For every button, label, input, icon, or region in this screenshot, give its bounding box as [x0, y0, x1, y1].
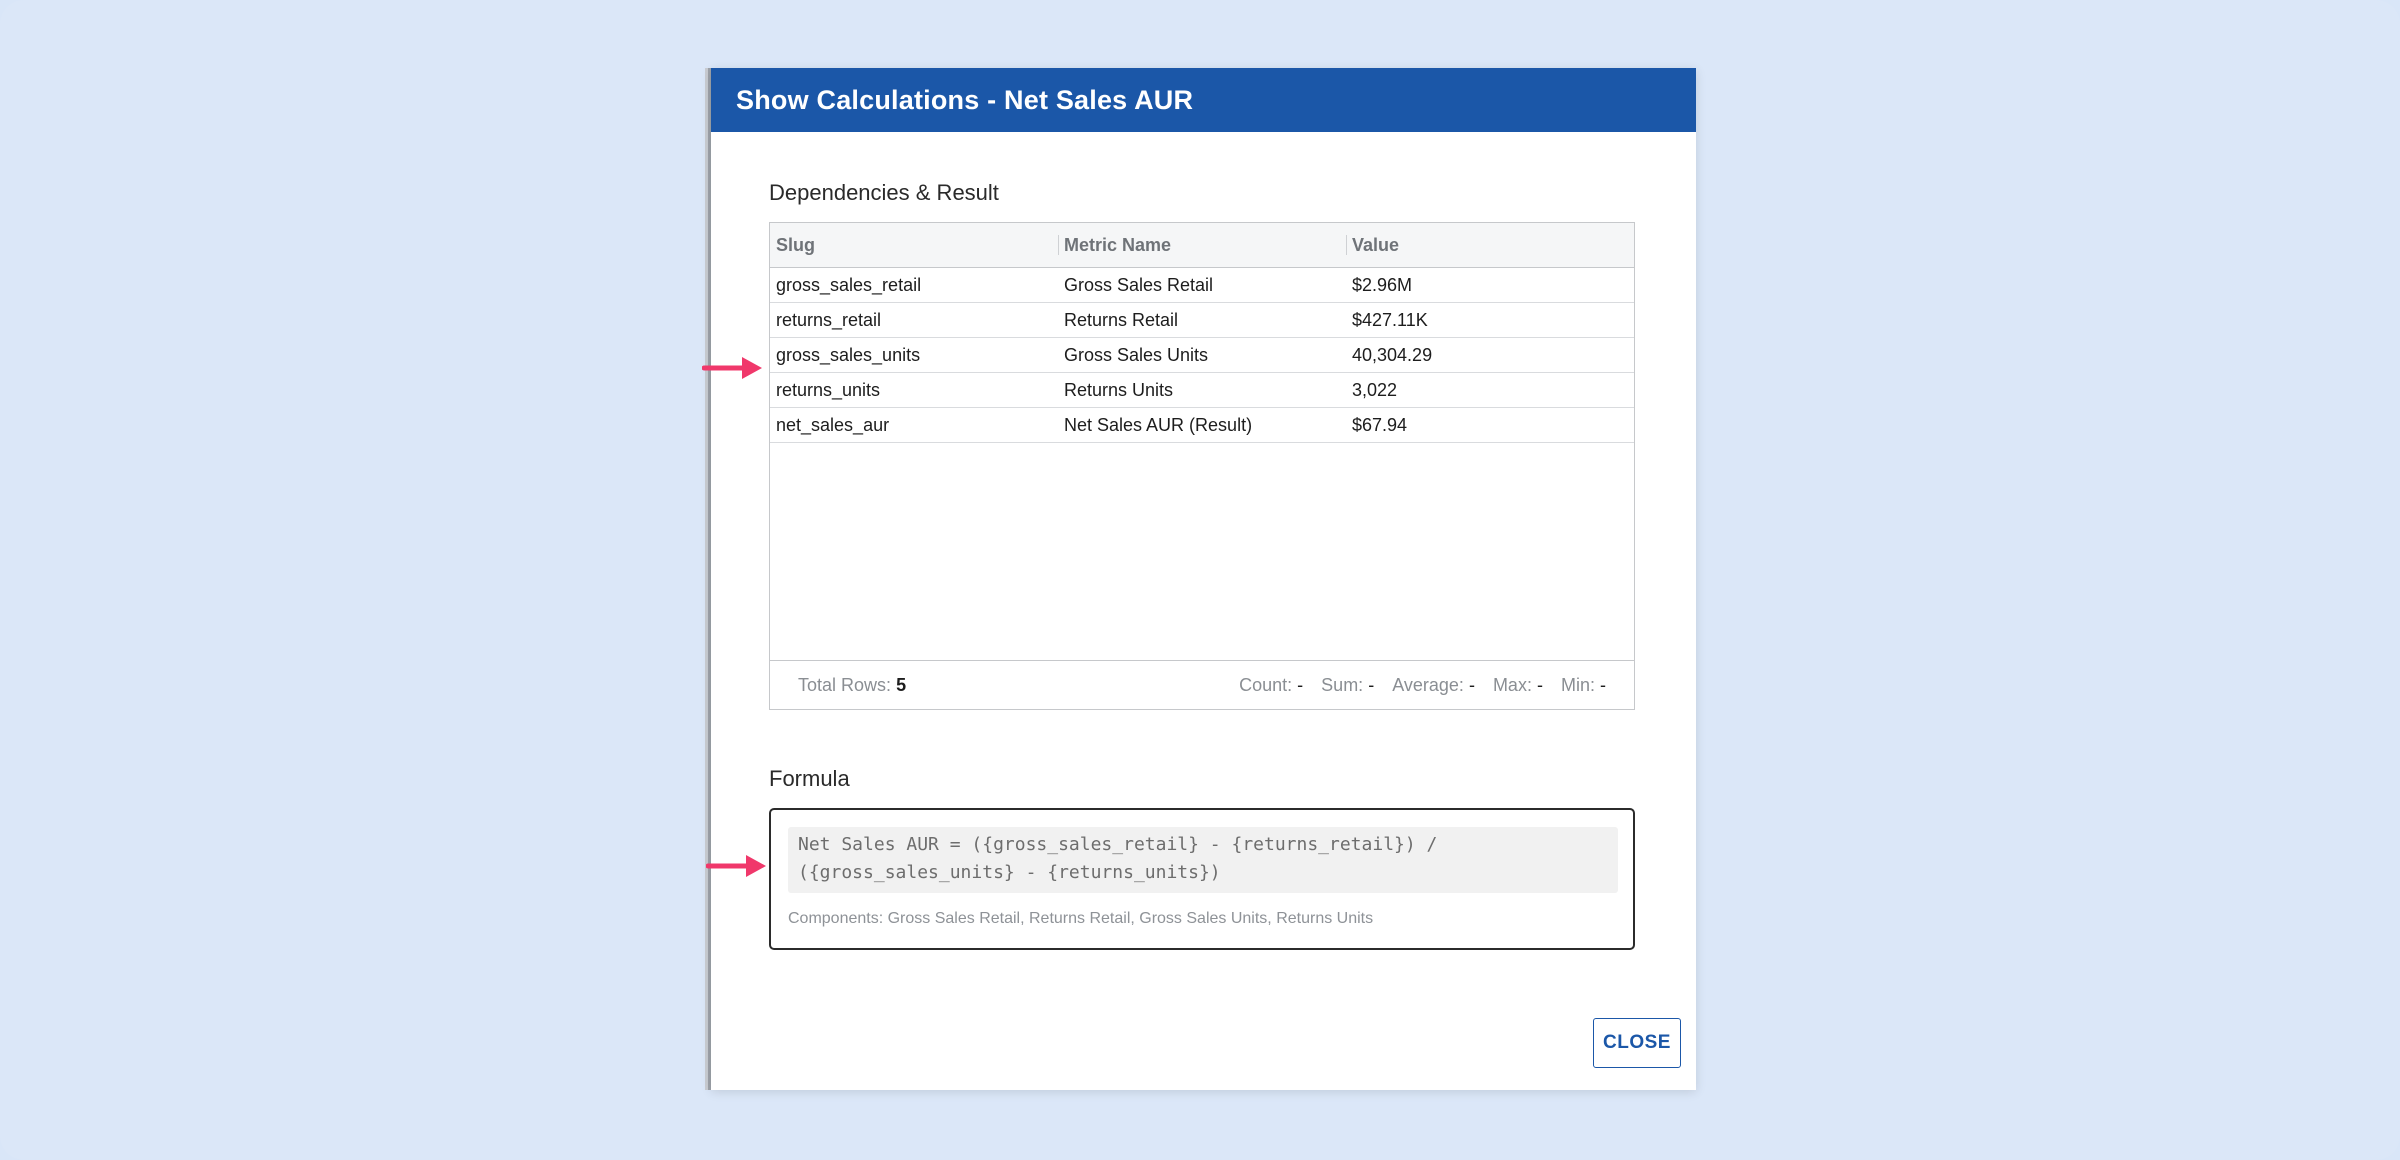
stat-sum: Sum: - [1321, 675, 1374, 696]
aggregate-stats: Count: - Sum: - Average: - Max: - Min: - [1221, 675, 1606, 696]
stat-sum-value: - [1368, 674, 1375, 695]
formula-box: Net Sales AUR = ({gross_sales_retail} - … [769, 808, 1635, 950]
stat-max-label: Max: [1492, 674, 1532, 695]
formula-section-title: Formula [769, 766, 850, 791]
table-row[interactable]: gross_sales_units Gross Sales Units 40,3… [770, 338, 1634, 373]
column-separator[interactable] [1058, 235, 1059, 255]
cell-slug: returns_retail [776, 309, 882, 330]
stat-average: Average: - [1392, 675, 1475, 696]
formula-expression: Net Sales AUR = ({gross_sales_retail} - … [788, 827, 1618, 893]
cell-slug: gross_sales_retail [776, 274, 922, 295]
stat-min: Min: - [1561, 675, 1606, 696]
column-header-value[interactable]: Value [1352, 223, 1399, 267]
cell-value: $427.11K [1352, 309, 1428, 330]
cell-value: $67.94 [1352, 414, 1408, 435]
dependencies-grid: Slug Metric Name Value gross_sales_retai… [769, 222, 1635, 710]
cell-metric-name: Net Sales AUR (Result) [1064, 414, 1253, 435]
close-button[interactable]: CLOSE [1593, 1018, 1681, 1068]
stat-count: Count: - [1239, 675, 1303, 696]
grid-header: Slug Metric Name Value [770, 223, 1634, 268]
stat-count-label: Count: [1239, 674, 1293, 695]
calculation-dialog: Show Calculations - Net Sales AUR Depend… [711, 68, 1696, 1090]
table-row[interactable]: returns_units Returns Units 3,022 [770, 373, 1634, 408]
stat-average-value: - [1468, 674, 1475, 695]
cell-value: $2.96M [1352, 274, 1413, 295]
arrow-icon [706, 855, 766, 877]
cell-metric-name: Returns Units [1064, 379, 1174, 400]
cell-value: 40,304.29 [1352, 344, 1433, 365]
total-rows: Total Rows: 5 [798, 675, 906, 696]
cell-slug: gross_sales_units [776, 344, 921, 365]
table-row[interactable]: net_sales_aur Net Sales AUR (Result) $67… [770, 408, 1634, 443]
total-rows-value: 5 [896, 674, 907, 695]
stat-max-value: - [1536, 674, 1543, 695]
grid-status-bar: Total Rows: 5 Count: - Sum: - Average: -… [770, 660, 1634, 709]
cell-slug: net_sales_aur [776, 414, 890, 435]
column-header-metric-name[interactable]: Metric Name [1064, 223, 1171, 267]
stat-average-label: Average: [1392, 674, 1464, 695]
stat-max: Max: - [1493, 675, 1543, 696]
cell-value: 3,022 [1352, 379, 1398, 400]
cell-slug: returns_units [776, 379, 881, 400]
stat-sum-label: Sum: [1321, 674, 1364, 695]
dialog-title-bar: Show Calculations - Net Sales AUR [711, 68, 1696, 132]
stat-count-value: - [1297, 674, 1304, 695]
formula-line-2: ({gross_sales_units} - {returns_units}) [798, 862, 1221, 883]
cell-metric-name: Gross Sales Units [1064, 344, 1209, 365]
column-header-slug[interactable]: Slug [776, 223, 815, 267]
dependencies-section-title: Dependencies & Result [769, 180, 999, 205]
table-row[interactable]: returns_retail Returns Retail $427.11K [770, 303, 1634, 338]
stat-min-value: - [1600, 674, 1606, 695]
column-separator[interactable] [1346, 235, 1347, 255]
dialog-title: Show Calculations - Net Sales AUR [736, 84, 1194, 115]
cell-metric-name: Returns Retail [1064, 309, 1179, 330]
total-rows-label: Total Rows: [798, 674, 892, 695]
formula-line-1: Net Sales AUR = ({gross_sales_retail} - … [798, 834, 1438, 855]
cell-metric-name: Gross Sales Retail [1064, 274, 1214, 295]
stat-min-label: Min: [1560, 674, 1595, 695]
formula-components: Components: Gross Sales Retail, Returns … [788, 910, 1374, 927]
table-row[interactable]: gross_sales_retail Gross Sales Retail $2… [770, 268, 1634, 303]
arrow-icon [702, 357, 762, 379]
